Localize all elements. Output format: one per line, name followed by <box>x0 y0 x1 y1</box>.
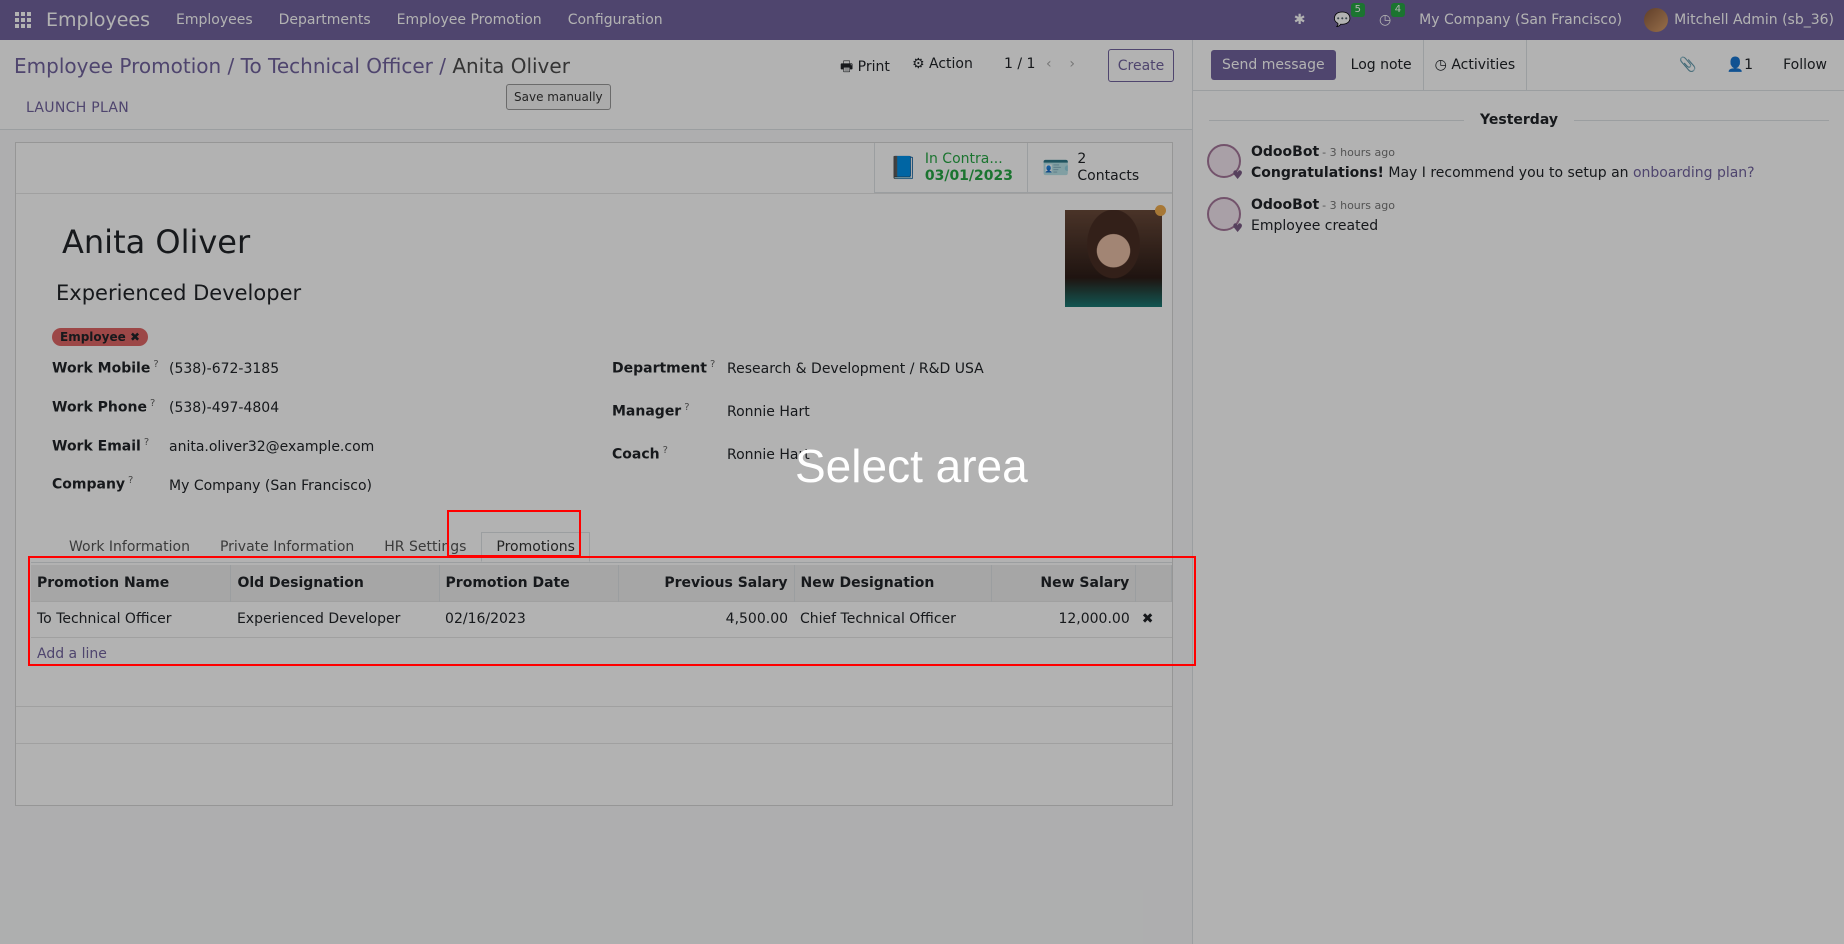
manager-field[interactable]: Ronnie Hart <box>727 404 810 420</box>
smart-button-box: 📘 In Contra... 03/01/2023 🪪 2 Contacts <box>874 143 1172 193</box>
menu-employees[interactable]: Employees <box>176 12 253 28</box>
department-label: Department? <box>612 359 716 377</box>
divider <box>1193 90 1844 91</box>
menu-configuration[interactable]: Configuration <box>568 12 663 28</box>
work-phone-field[interactable]: (538)-497-4804 <box>169 400 279 416</box>
apps-menu-icon[interactable] <box>0 0 46 40</box>
contacts-count: 2 <box>1077 151 1087 167</box>
breadcrumb-separator: / <box>227 54 241 78</box>
message-author: OdooBot - 3 hours ago <box>1251 197 1395 213</box>
chevron-right-icon[interactable]: › <box>1069 56 1075 72</box>
breadcrumb-mid[interactable]: To Technical Officer <box>241 54 433 78</box>
contract-smart-button[interactable]: 📘 In Contra... 03/01/2023 <box>874 143 1027 193</box>
app-brand[interactable]: Employees <box>46 9 150 31</box>
message-body: Congratulations! May I recommend you to … <box>1251 165 1755 181</box>
activities-badge: 4 <box>1390 3 1406 17</box>
work-email-field[interactable]: anita.oliver32@example.com <box>169 439 374 455</box>
pager-value[interactable]: 1 / 1 <box>1004 56 1035 72</box>
pager-nav: ‹ › <box>1046 56 1075 72</box>
employee-name[interactable]: Anita Oliver <box>62 223 250 261</box>
divider <box>16 193 1172 194</box>
employee-photo[interactable] <box>1065 210 1162 307</box>
activities-button[interactable]: ◷ Activities <box>1422 40 1528 90</box>
coach-label: Coach? <box>612 445 668 463</box>
chevron-left-icon[interactable]: ‹ <box>1046 56 1052 72</box>
contract-status: In Contra... <box>924 151 1003 167</box>
message-author: OdooBot - 3 hours ago <box>1251 144 1395 160</box>
presence-status-icon <box>1155 205 1166 216</box>
debug-bug-icon[interactable]: ✱ <box>1294 12 1306 28</box>
paperclip-icon[interactable]: 📎 <box>1679 57 1696 73</box>
message-time: - 3 hours ago <box>1322 146 1395 159</box>
chatter-right-actions: 📎 👤1 Follow <box>1679 40 1844 90</box>
menu-departments[interactable]: Departments <box>279 12 371 28</box>
odoobot-avatar[interactable] <box>1207 144 1243 182</box>
divider <box>16 743 1172 744</box>
employee-tag[interactable]: Employee ✖ <box>52 328 148 346</box>
odoobot-avatar[interactable] <box>1207 197 1243 235</box>
job-title[interactable]: Experienced Developer <box>56 281 301 305</box>
work-phone-label: Work Phone? <box>52 398 156 416</box>
followers-button[interactable]: 👤1 <box>1727 57 1753 73</box>
company-field[interactable]: My Company (San Francisco) <box>169 478 372 494</box>
department-field[interactable]: Research & Development / R&D USA <box>727 361 984 377</box>
user-avatar[interactable] <box>1644 8 1669 32</box>
book-icon: 📘 <box>889 155 917 181</box>
chatter-panel: Send message Log note ◷ Activities 📎 👤1 … <box>1192 40 1844 944</box>
print-button[interactable]: 🖶 Print <box>840 56 890 80</box>
selection-box-promotions-tab <box>447 510 581 557</box>
id-card-icon: 🪪 <box>1042 155 1070 181</box>
messages-badge: 5 <box>1350 3 1365 17</box>
user-icon: 👤 <box>1726 57 1745 73</box>
chatter-topbar: Send message Log note ◷ Activities 📎 👤1 … <box>1193 40 1844 90</box>
breadcrumb-parent[interactable]: Employee Promotion <box>14 54 221 78</box>
clock-icon: ◷ <box>1434 57 1452 73</box>
message-body: Employee created <box>1251 218 1379 234</box>
top-navbar: Employees Employees Departments Employee… <box>0 0 1844 40</box>
contract-date: 03/01/2023 <box>924 168 1013 184</box>
action-button[interactable]: ⚙ Action <box>912 56 973 72</box>
work-email-label: Work Email? <box>52 437 150 455</box>
messages-icon[interactable]: 💬 5 <box>1334 3 1365 28</box>
day-separator: Yesterday <box>1193 112 1844 128</box>
contacts-label: Contacts <box>1077 168 1140 184</box>
message-time: - 3 hours ago <box>1322 199 1395 212</box>
work-mobile-field[interactable]: (538)-672-3185 <box>169 361 279 377</box>
send-message-button[interactable]: Send message <box>1211 50 1336 80</box>
gear-icon: ⚙ <box>912 56 925 72</box>
manager-label: Manager? <box>612 402 690 420</box>
breadcrumb-separator: / <box>439 54 453 78</box>
printer-icon: 🖶 <box>840 59 854 75</box>
company-switcher[interactable]: My Company (San Francisco) <box>1419 12 1622 28</box>
onboarding-plan-link[interactable]: onboarding plan? <box>1633 165 1755 181</box>
breadcrumb: Employee Promotion / To Technical Office… <box>14 54 570 78</box>
create-button[interactable]: Create <box>1108 49 1174 82</box>
follow-button[interactable]: Follow <box>1783 57 1827 73</box>
log-note-button[interactable]: Log note <box>1340 40 1423 90</box>
save-manually-tooltip: Save manually <box>506 84 611 110</box>
tag-remove-icon[interactable]: ✖ <box>130 330 140 344</box>
company-label: Company? <box>52 475 134 493</box>
selection-box-promotions-table <box>28 556 1196 666</box>
launch-plan-button[interactable]: LAUNCH PLAN <box>26 100 129 116</box>
contacts-smart-button[interactable]: 🪪 2 Contacts <box>1027 143 1172 193</box>
menu-employee-promotion[interactable]: Employee Promotion <box>397 12 542 28</box>
work-mobile-label: Work Mobile? <box>52 359 159 377</box>
divider <box>16 706 1172 707</box>
activities-clock-icon[interactable]: ◷ 4 <box>1379 3 1406 28</box>
select-area-label: Select area <box>795 440 1028 492</box>
breadcrumb-current: Anita Oliver <box>452 54 570 78</box>
user-menu[interactable]: Mitchell Admin (sb_36) <box>1674 12 1834 28</box>
